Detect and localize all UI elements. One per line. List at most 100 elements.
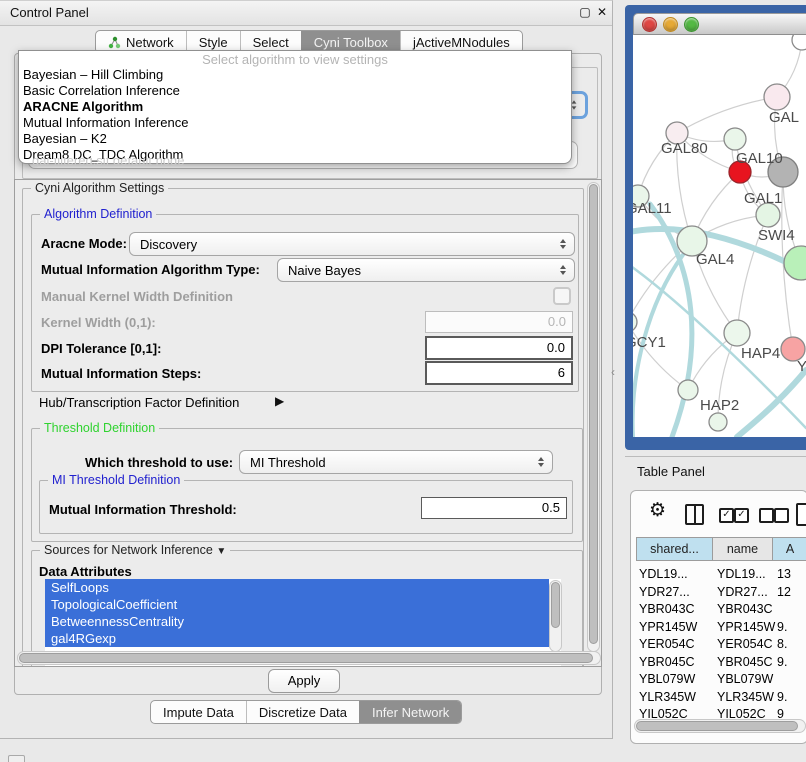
- dpi-tolerance-field[interactable]: 0.0: [425, 336, 573, 360]
- dpi-tolerance-label: DPI Tolerance [0,1]:: [41, 341, 161, 356]
- close-traffic-light[interactable]: [642, 17, 657, 32]
- table-row[interactable]: YDR27...YDR27...12: [631, 585, 806, 602]
- sources-collapse-icon[interactable]: ▼: [216, 546, 226, 557]
- control-panel-window: Control Panel ▢ ✕ Network Style Select C…: [0, 0, 613, 739]
- cyni-bottom-tabbar: Impute Data Discretize Data Infer Networ…: [150, 700, 462, 724]
- network-node[interactable]: [724, 320, 750, 346]
- network-node[interactable]: [678, 380, 698, 400]
- which-threshold-value: MI Threshold: [240, 455, 530, 470]
- table-cell: YBR043C: [717, 602, 773, 616]
- network-node-label: GAL10: [736, 150, 783, 167]
- dropdown-item[interactable]: Bayesian – K2: [19, 131, 571, 147]
- table-row[interactable]: YBR045C YBR045C 9.: [631, 655, 806, 672]
- dropdown-item[interactable]: Mutual Information Inference: [19, 115, 571, 131]
- manual-kernel-width-label: Manual Kernel Width Definition: [41, 289, 233, 304]
- column-header-partial[interactable]: A: [773, 537, 806, 561]
- table-cell: YDL19...: [639, 567, 688, 581]
- table-cell: 9.: [777, 655, 787, 669]
- kernel-width-label: Kernel Width (0,1):: [41, 315, 156, 330]
- mi-algorithm-type-combo[interactable]: Naive Bayes: [277, 258, 575, 282]
- network-node[interactable]: [633, 312, 637, 332]
- manual-kernel-width-checkbox: [553, 287, 571, 305]
- tab-infer-network[interactable]: Infer Network: [359, 701, 461, 723]
- network-node-label: HAP4: [741, 345, 780, 362]
- mi-threshold-field[interactable]: 0.5: [421, 497, 567, 519]
- network-node-label: HAP2: [700, 397, 739, 414]
- page-icon[interactable]: [796, 503, 806, 526]
- network-canvas[interactable]: GALGAL80GAL10GAL1SWI4GAL11GAL4GCY1HAP4YH…: [633, 35, 806, 437]
- attribute-item-selected[interactable]: TopologicalCoefficient: [45, 596, 549, 613]
- network-node[interactable]: [724, 128, 746, 150]
- table-row[interactable]: YER054CYER054C8.: [631, 637, 806, 654]
- tab-impute-data[interactable]: Impute Data: [151, 701, 246, 723]
- checked-box-icon[interactable]: ✓: [719, 508, 734, 523]
- network-node[interactable]: [764, 84, 790, 110]
- dropdown-item-selected[interactable]: ARACNE Algorithm: [19, 99, 571, 115]
- splitter-handle-icon[interactable]: ‹: [611, 365, 615, 379]
- table-panel-title: Table Panel: [637, 464, 705, 479]
- table-cell: YBR045C: [717, 655, 773, 669]
- split-columns-icon[interactable]: [685, 504, 704, 525]
- table-row[interactable]: YBL079WYBL079W: [631, 672, 806, 689]
- table-row[interactable]: YPR145WYPR145W9.: [631, 620, 806, 637]
- mi-steps-field[interactable]: 6: [425, 361, 573, 385]
- scrollbar-thumb[interactable]: [589, 184, 598, 644]
- attribute-item-selected[interactable]: SelfLoops: [45, 579, 549, 596]
- network-tab-icon: [108, 36, 121, 49]
- zoom-traffic-light[interactable]: [684, 17, 699, 32]
- table-cell: YLR345W: [717, 690, 774, 704]
- partial-panel-icon[interactable]: [8, 755, 25, 762]
- minimize-traffic-light[interactable]: [663, 17, 678, 32]
- close-window-icon[interactable]: ✕: [594, 4, 610, 20]
- network-edge-thick[interactable]: [737, 370, 806, 437]
- unchecked-box-icon[interactable]: [759, 508, 774, 523]
- dropdown-item[interactable]: Bayesian – Hill Climbing: [19, 67, 571, 83]
- network-window-titlebar[interactable]: [633, 13, 806, 35]
- aracne-mode-combo[interactable]: Discovery: [129, 232, 575, 256]
- attribute-item-selected[interactable]: gal4RGexp: [45, 630, 549, 647]
- float-window-icon[interactable]: ▢: [577, 4, 593, 20]
- table-cell: YBR045C: [639, 655, 695, 669]
- scrollbar-thumb[interactable]: [19, 653, 593, 663]
- algorithm-dropdown-popup: Select algorithm to view settings Bayesi…: [18, 50, 572, 164]
- table-row[interactable]: YBR043CYBR043C: [631, 602, 806, 619]
- tab-discretize-data[interactable]: Discretize Data: [246, 701, 359, 723]
- network-edge[interactable]: [677, 97, 777, 133]
- algorithm-definition-title: Algorithm Definition: [40, 207, 156, 221]
- table-cell: YLR345W: [639, 690, 696, 704]
- scrollbar-thumb[interactable]: [551, 582, 560, 628]
- unchecked-box-icon[interactable]: [774, 508, 789, 523]
- attribute-item-selected[interactable]: BetweennessCentrality: [45, 613, 549, 630]
- settings-vertical-scrollbar[interactable]: [587, 182, 600, 652]
- cyni-settings-scrollpane: Cyni Algorithm Settings Algorithm Defini…: [14, 179, 602, 667]
- table-row[interactable]: YDL19...YDL19...13: [631, 567, 806, 584]
- network-node[interactable]: [784, 246, 806, 280]
- gear-icon[interactable]: ⚙: [649, 499, 666, 522]
- settings-horizontal-scrollbar[interactable]: [17, 651, 601, 665]
- kernel-width-field: 0.0: [425, 311, 573, 333]
- hub-definition-label[interactable]: Hub/Transcription Factor Definition: [39, 395, 239, 410]
- column-header-name[interactable]: name: [713, 537, 773, 561]
- table-horizontal-scrollbar[interactable]: [634, 719, 806, 733]
- aracne-mode-value: Discovery: [130, 237, 552, 252]
- dropdown-item[interactable]: Basic Correlation Inference: [19, 83, 571, 99]
- attribute-list-scrollbar[interactable]: [549, 580, 562, 652]
- screen: Control Panel ▢ ✕ Network Style Select C…: [0, 0, 806, 762]
- table-row[interactable]: YLR345WYLR345W9.: [631, 690, 806, 707]
- table-panel-divider: [625, 456, 806, 457]
- which-threshold-combo[interactable]: MI Threshold: [239, 450, 553, 474]
- apply-button[interactable]: Apply: [268, 669, 340, 693]
- dropdown-hint: Select algorithm to view settings: [19, 51, 571, 67]
- cyni-algorithm-settings-title: Cyni Algorithm Settings: [31, 181, 168, 195]
- table-cell: YPR145W: [717, 620, 775, 634]
- hub-expand-icon[interactable]: ▶: [275, 394, 284, 408]
- scrollbar-thumb[interactable]: [636, 721, 798, 731]
- table-cell: YDR27...: [639, 585, 690, 599]
- network-node-label: Y: [797, 358, 806, 375]
- column-header-shared[interactable]: shared...: [636, 537, 713, 561]
- network-node[interactable]: [792, 35, 806, 50]
- network-node[interactable]: [709, 413, 727, 431]
- table-cell: YPR145W: [639, 620, 697, 634]
- aracne-mode-label: Aracne Mode:: [41, 236, 127, 251]
- checked-box-icon[interactable]: ✓: [734, 508, 749, 523]
